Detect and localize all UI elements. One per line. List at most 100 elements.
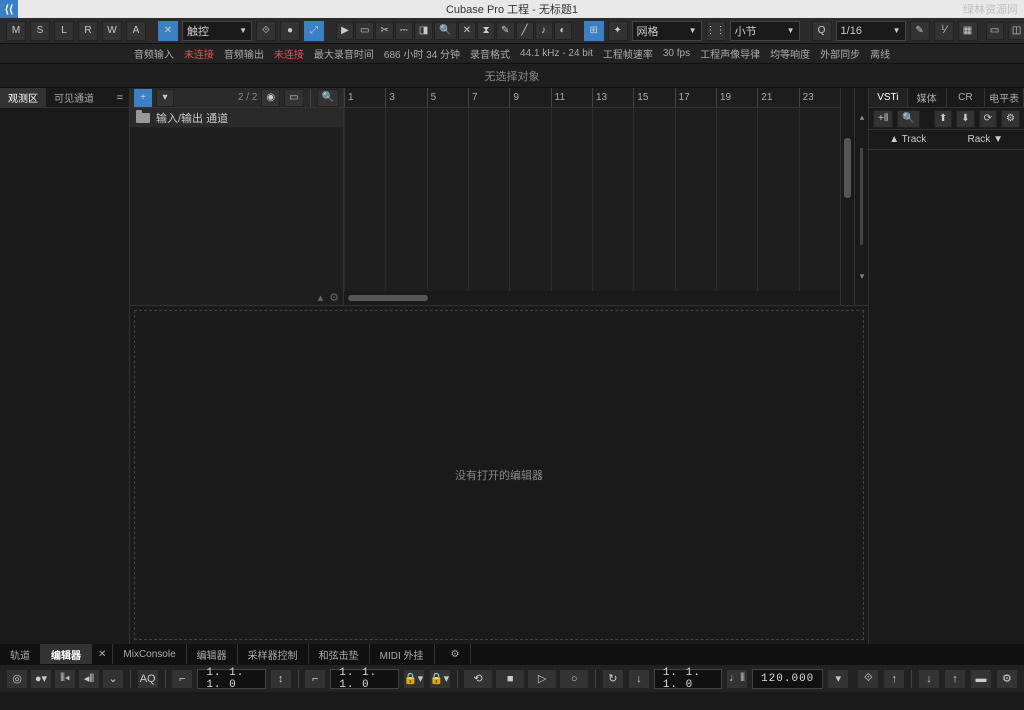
tab-media[interactable]: 媒体 — [908, 88, 947, 107]
layout-2-icon[interactable]: ◫ — [1008, 22, 1024, 40]
record-button[interactable]: ○ — [559, 669, 589, 689]
grid-mode-icon[interactable]: ⋮⋮ — [706, 21, 726, 41]
track-column[interactable]: ▲ Track — [869, 134, 947, 145]
track-gear-icon[interactable]: ⚙ — [329, 291, 339, 304]
stop-button[interactable]: ■ — [495, 669, 525, 689]
soft-q-icon[interactable]: ⅟ — [934, 21, 954, 41]
erase-tool-icon[interactable]: ◨ — [414, 22, 433, 40]
zoom-tool-icon[interactable]: 🔍 — [434, 22, 456, 40]
tab-midi[interactable]: MIDI 外挂 — [370, 644, 435, 664]
audio-rec-icon[interactable]: ⦀◂ — [54, 669, 76, 689]
solo-button[interactable]: S — [30, 21, 50, 41]
crossfade-icon[interactable]: ✕ — [158, 21, 178, 41]
track-filter-icon[interactable]: ▾ — [156, 89, 174, 107]
tab-visible-channels[interactable]: 可见通道 — [46, 88, 102, 107]
lock2-icon[interactable]: 🔒▾ — [429, 669, 451, 689]
tab-editor2[interactable]: 编辑器 — [187, 644, 238, 664]
perf-icon[interactable]: ◎ — [6, 669, 28, 689]
touch-dropdown[interactable]: 触控▼ — [182, 21, 252, 41]
tab-cr[interactable]: CR — [947, 88, 986, 107]
expand-icon[interactable]: ⤢ — [304, 21, 324, 41]
state-button[interactable]: ● — [280, 21, 300, 41]
tab-sampler[interactable]: 采样器控制 — [238, 644, 309, 664]
quantize-dropdown[interactable]: 1/16▼ — [836, 21, 906, 41]
rack-column[interactable]: Rack ▼ — [947, 134, 1024, 145]
time-icon[interactable]: ↓ — [628, 669, 650, 689]
click-icon[interactable]: ⟐ — [857, 669, 879, 689]
tempo-icon[interactable]: ♩⦀ — [726, 669, 748, 689]
line-tool-icon[interactable]: ╱ — [516, 22, 534, 40]
equals-icon[interactable]: = — [111, 88, 129, 107]
read-button[interactable]: R — [78, 21, 98, 41]
transport-gear-icon[interactable]: ⚙ — [996, 669, 1018, 689]
in-activity-icon[interactable]: ↓ — [918, 669, 940, 689]
add-inst-icon[interactable]: +⦀ — [873, 110, 893, 128]
left-locator-icon[interactable]: ⌐ — [171, 669, 193, 689]
folder-button[interactable]: ▭ — [284, 89, 303, 107]
vertical-scrollbar[interactable] — [840, 88, 854, 305]
left-locator-display[interactable]: 1. 1. 1. 0 — [197, 669, 265, 689]
zoom-slider[interactable] — [860, 148, 863, 245]
quantize-icon[interactable]: Q — [812, 21, 832, 41]
tempo-down-icon[interactable]: ▾ — [827, 669, 849, 689]
precount-icon[interactable]: ↑ — [883, 669, 905, 689]
io-track-row[interactable]: 输入/输出 通道 — [130, 108, 343, 128]
glue-tool-icon[interactable]: ⎓ — [395, 22, 413, 40]
arrow-tool-icon[interactable]: ▶ — [336, 22, 354, 40]
punch-icon[interactable]: ↕ — [270, 669, 292, 689]
camera-icon[interactable]: ◉ — [261, 89, 280, 107]
right-locator-icon[interactable]: ⌐ — [304, 669, 326, 689]
listen-button[interactable]: L — [54, 21, 74, 41]
cycle-icon[interactable]: ↻ — [602, 669, 624, 689]
find-inst-icon[interactable]: 🔍 — [897, 110, 919, 128]
tab-observe[interactable]: 观测区 — [0, 88, 46, 107]
out-activity-icon[interactable]: ↑ — [944, 669, 966, 689]
prev-icon[interactable]: ⬆ — [934, 110, 952, 128]
select-tool-icon[interactable]: ▭ — [355, 22, 374, 40]
tab-editor-bottom[interactable]: 编辑器 — [41, 644, 92, 664]
iterative-q-icon[interactable]: ✎ — [910, 21, 930, 41]
lock1-icon[interactable]: 🔒▾ — [403, 669, 425, 689]
position-display[interactable]: 1. 1. 1. 0 — [654, 669, 722, 689]
autoscroll-icon[interactable]: ⟐ — [256, 21, 276, 41]
next-icon[interactable]: ⬇ — [956, 110, 974, 128]
snap-toggle-icon[interactable]: ⊞ — [584, 21, 604, 41]
tab-track[interactable]: 轨道 — [0, 644, 41, 664]
power-icon[interactable]: ⟳ — [979, 110, 997, 128]
play-tool-icon[interactable]: ♪ — [535, 22, 553, 40]
cut-tool-icon[interactable]: ✂ — [375, 22, 393, 40]
track-up-icon[interactable]: ▴ — [318, 291, 324, 304]
retro-rec-icon[interactable]: ⌄ — [102, 669, 124, 689]
search-icon[interactable]: 🔍 — [317, 89, 339, 107]
draw-tool-icon[interactable]: ✎ — [496, 22, 514, 40]
layout-1-icon[interactable]: ▭ — [986, 22, 1004, 40]
rec-mode-icon[interactable]: ●▾ — [30, 669, 52, 689]
gear-icon[interactable]: ⚙ — [1001, 110, 1020, 128]
snap-type-icon[interactable]: ✦ — [608, 21, 628, 41]
automation-button[interactable]: A — [126, 21, 146, 41]
mute-tool-icon[interactable]: ✕ — [458, 22, 476, 40]
zoom-in-icon[interactable]: ▾ — [857, 271, 867, 281]
midi-rec-icon[interactable]: ◂⦀ — [78, 669, 100, 689]
tab-meter[interactable]: 电平表 — [985, 88, 1024, 107]
rewind-button[interactable]: ⟲ — [463, 669, 493, 689]
mute-button[interactable]: M — [6, 21, 26, 41]
time-ruler[interactable]: 1 3 5 7 9 11 13 15 17 19 21 23 — [344, 88, 840, 108]
tabs-gear-icon[interactable]: ⚙ — [441, 644, 471, 664]
event-grid[interactable] — [344, 108, 840, 291]
quant-panel-icon[interactable]: ▦ — [958, 21, 978, 41]
zoom-out-icon[interactable]: ▴ — [857, 112, 867, 122]
right-locator-display[interactable]: 1. 1. 1. 0 — [330, 669, 398, 689]
close-tab-icon[interactable]: ✕ — [92, 644, 113, 664]
tempo-display[interactable]: 120.000 — [752, 669, 823, 689]
timewarp-tool-icon[interactable]: ⧗ — [477, 22, 495, 40]
tab-vsti[interactable]: VSTi — [869, 88, 908, 107]
write-button[interactable]: W — [102, 21, 122, 41]
color-tool-icon[interactable]: ◐ — [554, 22, 572, 40]
tab-chord[interactable]: 和弦击垫 — [309, 644, 370, 664]
horizontal-scroll[interactable] — [344, 291, 840, 305]
play-button[interactable]: ▷ — [527, 669, 557, 689]
aq-button[interactable]: AQ — [137, 669, 159, 689]
bar-dropdown[interactable]: 小节▼ — [730, 21, 800, 41]
grid-dropdown[interactable]: 网格▼ — [632, 21, 702, 41]
